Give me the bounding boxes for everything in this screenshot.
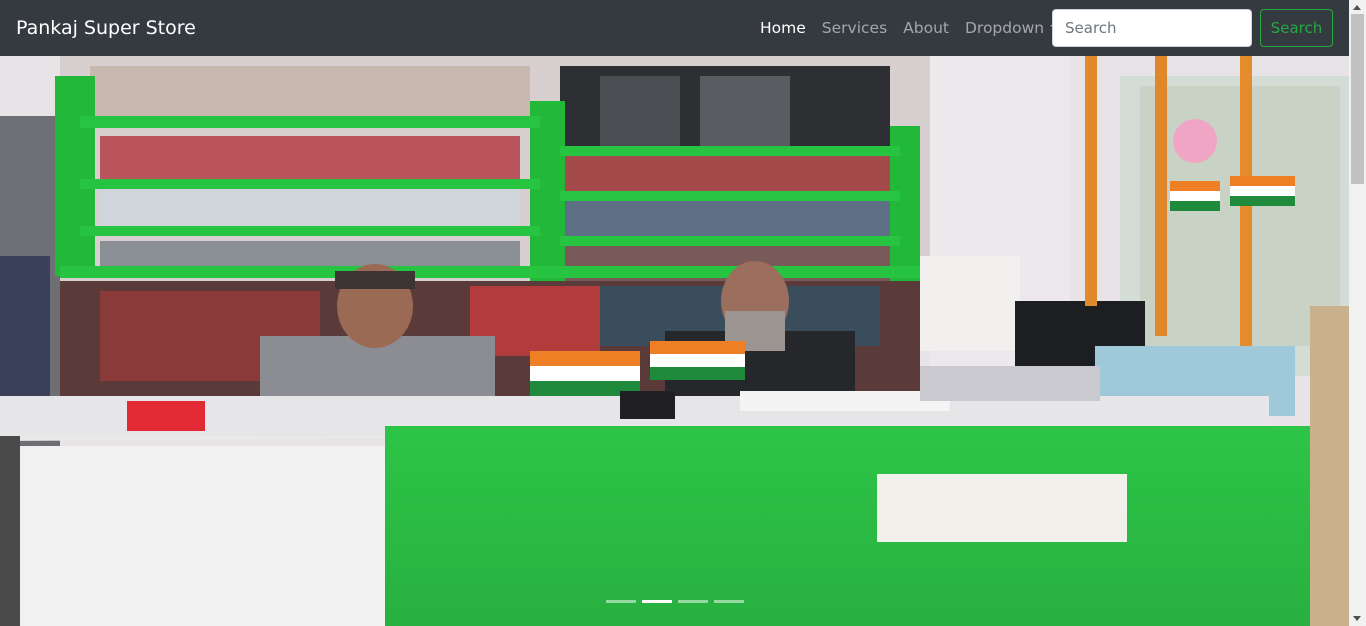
scrollbar-thumb[interactable] [1351,14,1364,184]
nav-about[interactable]: About [895,0,957,56]
scroll-up-arrow-icon[interactable] [1353,5,1361,10]
nav-home[interactable]: Home [752,0,814,56]
search-input[interactable] [1052,9,1252,47]
nav-services[interactable]: Services [814,0,895,56]
carousel-indicator-3[interactable] [677,600,708,603]
page-scrollbar[interactable] [1349,0,1366,626]
top-navbar: Pankaj Super Store Home Services About D… [0,0,1349,56]
carousel-slide-image [0,56,1349,626]
carousel-indicator-2[interactable] [641,600,672,603]
carousel-indicator-1[interactable] [605,600,636,603]
brand-logo-text[interactable]: Pankaj Super Store [16,0,196,56]
hero-carousel[interactable] [0,56,1349,626]
carousel-indicators [0,600,1349,603]
search-button[interactable]: Search [1260,9,1333,47]
scroll-down-arrow-icon[interactable] [1353,616,1361,621]
nav-dropdown-label: Dropdown [964,19,1045,37]
nav-links: Home Services About Dropdown [752,0,1068,56]
carousel-indicator-4[interactable] [713,600,744,603]
